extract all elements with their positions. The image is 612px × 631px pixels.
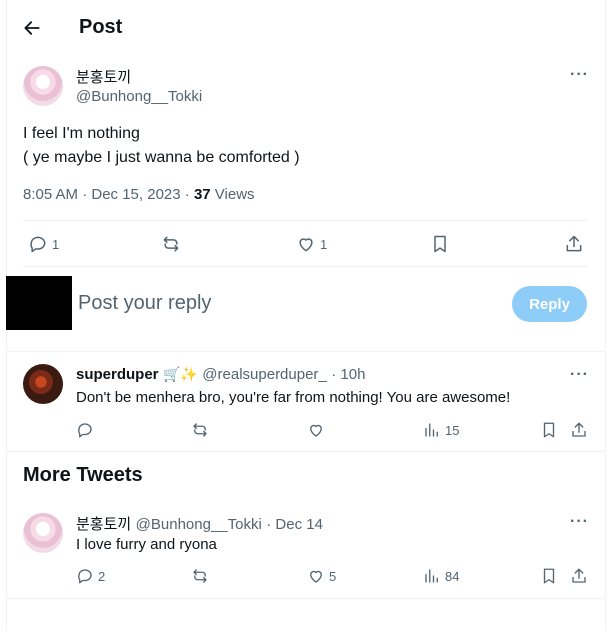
more-icon[interactable]: ··· <box>570 513 589 531</box>
like-button[interactable] <box>307 421 325 439</box>
bookmark-button[interactable] <box>540 421 558 439</box>
back-arrow-icon[interactable] <box>14 14 50 42</box>
author-display-name[interactable]: 분홍토끼 <box>76 66 131 87</box>
post-text-line: I feel I'm nothing <box>23 125 140 142</box>
author-emojis: 🛒✨ <box>162 366 198 382</box>
like-icon <box>307 421 325 439</box>
reply-button[interactable] <box>76 421 94 439</box>
retweet-button[interactable] <box>191 567 209 585</box>
reply-count: 1 <box>52 236 60 252</box>
reply-input[interactable]: Post your reply <box>78 292 211 315</box>
like-button[interactable]: 5 <box>307 567 336 585</box>
like-button[interactable]: 1 <box>296 234 327 254</box>
divider <box>23 266 587 267</box>
divider <box>6 451 606 452</box>
reply-button[interactable]: 1 <box>28 234 59 254</box>
divider <box>6 598 606 599</box>
tweet-author: 분홍토끼 @Bunhong__Tokki · Dec 14 <box>76 513 323 534</box>
share-icon <box>570 421 588 439</box>
avatar[interactable] <box>23 513 63 553</box>
share-button[interactable] <box>570 567 588 585</box>
tweet-timestamp[interactable]: · Dec 14 <box>266 516 323 533</box>
avatar[interactable] <box>23 364 63 404</box>
bookmark-icon <box>540 567 558 585</box>
retweet-button[interactable] <box>161 234 181 254</box>
like-count: 5 <box>329 568 337 584</box>
like-count: 1 <box>320 236 328 252</box>
reply-icon <box>28 234 48 254</box>
retweet-icon <box>191 567 209 585</box>
author-handle[interactable]: @Bunhong__Tokki <box>76 88 202 105</box>
reply-count: 2 <box>98 568 106 584</box>
bookmark-icon <box>430 234 450 254</box>
author-display-name[interactable]: 분홍토끼 <box>76 516 131 533</box>
reply-icon <box>76 421 94 439</box>
author-handle[interactable]: @Bunhong__Tokki <box>136 516 262 533</box>
retweet-icon <box>191 421 209 439</box>
retweet-icon <box>161 234 181 254</box>
share-button[interactable] <box>570 421 588 439</box>
page-title: Post <box>79 16 123 38</box>
reply-button[interactable]: 2 <box>76 567 105 585</box>
more-icon[interactable]: ··· <box>570 66 589 84</box>
views-icon <box>423 421 441 439</box>
author-display-name[interactable]: superduper <box>76 366 159 383</box>
bookmark-button[interactable] <box>540 567 558 585</box>
views-label: Views <box>210 186 255 203</box>
divider <box>6 351 606 352</box>
bookmark-button[interactable] <box>430 234 450 254</box>
tweet-text: I love furry and ryona <box>76 536 217 553</box>
post-meta: 8:05 AM · Dec 15, 2023 · 37 Views <box>23 186 255 203</box>
like-icon <box>307 567 325 585</box>
views-count: 37 <box>193 186 211 203</box>
reply-submit-button[interactable]: Reply <box>512 286 587 322</box>
post-text: I feel I'm nothing ( ye maybe I just wan… <box>23 122 300 170</box>
share-icon <box>570 567 588 585</box>
more-icon[interactable]: ··· <box>570 366 589 384</box>
author-handle[interactable]: @realsuperduper_ <box>202 366 326 383</box>
section-title: More Tweets <box>23 464 143 486</box>
share-button[interactable] <box>564 234 584 254</box>
like-icon <box>296 234 316 254</box>
divider <box>23 220 587 221</box>
reply-timestamp[interactable]: · 10h <box>331 366 365 383</box>
share-icon <box>564 234 584 254</box>
views-icon <box>423 567 441 585</box>
reply-icon <box>76 567 94 585</box>
avatar[interactable] <box>23 66 63 106</box>
post-timestamp[interactable]: 8:05 AM · Dec 15, 2023 · <box>23 186 194 203</box>
views-button[interactable]: 15 <box>423 421 459 439</box>
post-text-line: ( ye maybe I just wanna be comforted ) <box>23 149 300 166</box>
views-count: 84 <box>445 568 460 584</box>
bookmark-icon <box>540 421 558 439</box>
reply-text: Don't be menhera bro, you're far from no… <box>76 389 511 406</box>
views-button[interactable]: 84 <box>423 567 459 585</box>
avatar <box>6 276 72 330</box>
views-count: 15 <box>445 422 460 438</box>
reply-author: superduper 🛒✨ @realsuperduper_ · 10h <box>76 366 365 384</box>
retweet-button[interactable] <box>191 421 209 439</box>
